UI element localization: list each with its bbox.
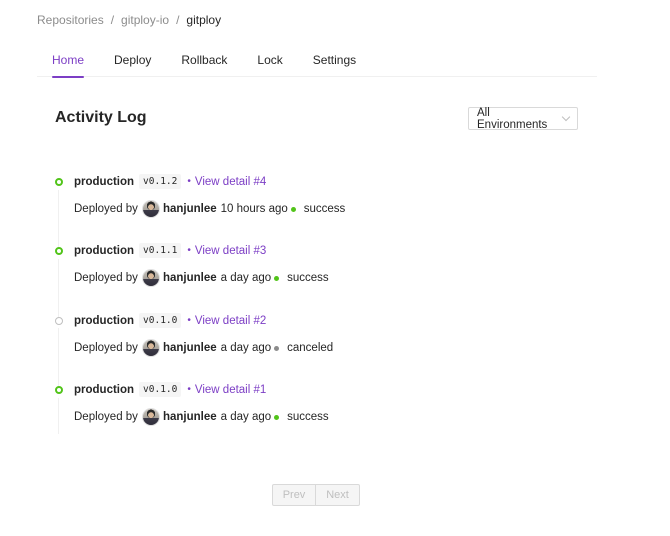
status-dot-icon	[274, 414, 280, 420]
environment-filter-select[interactable]: All Environments	[468, 106, 578, 131]
timeline-connector	[58, 328, 59, 390]
version-tag: v0.1.2	[139, 174, 182, 189]
status-success-dot-icon	[55, 247, 63, 255]
status-dot-icon	[274, 345, 280, 351]
deploy-time: a day ago	[220, 411, 272, 423]
bullet-separator: •	[187, 315, 191, 326]
deploy-status: canceled	[287, 342, 334, 354]
environment-name: production	[74, 383, 135, 396]
page-title: Activity Log	[55, 109, 147, 126]
view-detail-link[interactable]: View detail #2	[195, 315, 266, 327]
breadcrumb-current-repo: gitploy	[186, 13, 222, 27]
breadcrumb-separator: /	[110, 13, 115, 27]
deploy-status: success	[287, 411, 329, 423]
tab-deploy[interactable]: Deploy	[99, 52, 166, 77]
environment-name: production	[74, 175, 135, 188]
tab-home[interactable]: Home	[37, 52, 99, 78]
timeline-connector	[58, 259, 59, 320]
deployer-username: hanjunlee	[162, 272, 217, 284]
deploy-status: success	[303, 203, 346, 215]
breadcrumb-separator: /	[176, 13, 180, 27]
bullet-separator: •	[187, 245, 191, 256]
version-tag: v0.1.0	[139, 313, 182, 328]
environment-name: production	[74, 244, 135, 257]
timeline-connector	[58, 190, 59, 250]
deployer-username: hanjunlee	[162, 411, 217, 423]
status-dot-icon	[274, 275, 280, 281]
timeline-connector	[58, 398, 59, 434]
avatar	[141, 408, 160, 426]
repo-tabs: Home Deploy Rollback Lock Settings	[37, 52, 597, 78]
deploy-time: 10 hours ago	[220, 203, 288, 215]
deployer-username: hanjunlee	[162, 342, 217, 354]
deployed-by-label: Deployed by	[74, 411, 138, 423]
prev-page-button[interactable]: Prev	[272, 484, 316, 506]
environment-name: production	[74, 314, 135, 327]
view-detail-link[interactable]: View detail #3	[195, 245, 266, 257]
status-dot-icon	[290, 206, 296, 212]
pagination: Prev Next	[272, 484, 360, 506]
next-page-button[interactable]: Next	[316, 484, 360, 506]
avatar	[141, 200, 160, 218]
chevron-down-icon	[561, 112, 571, 122]
tab-settings[interactable]: Settings	[298, 52, 371, 77]
status-canceled-dot-icon	[55, 317, 63, 325]
version-tag: v0.1.1	[139, 243, 182, 258]
deployed-by-label: Deployed by	[74, 272, 138, 284]
deployed-by-label: Deployed by	[74, 342, 138, 354]
breadcrumb-namespace[interactable]: gitploy-io	[121, 13, 169, 27]
tab-rollback[interactable]: Rollback	[166, 52, 242, 77]
environment-filter-value: All Environments	[477, 106, 548, 131]
view-detail-link[interactable]: View detail #1	[195, 384, 266, 396]
bullet-separator: •	[187, 176, 191, 187]
deployed-by-label: Deployed by	[74, 203, 138, 215]
version-tag: v0.1.0	[139, 382, 182, 397]
bullet-separator: •	[187, 384, 191, 395]
status-success-dot-icon	[55, 178, 63, 186]
breadcrumb: Repositories / gitploy-io / gitploy	[37, 13, 221, 27]
breadcrumb-repositories[interactable]: Repositories	[37, 13, 104, 27]
deploy-time: a day ago	[220, 272, 272, 284]
deploy-status: success	[287, 272, 329, 284]
activity-timeline: production v0.1.2 • View detail #4 Deplo…	[0, 0, 670, 536]
avatar	[141, 339, 160, 357]
tab-lock[interactable]: Lock	[242, 52, 297, 77]
view-detail-link[interactable]: View detail #4	[195, 176, 266, 188]
deploy-time: a day ago	[220, 342, 272, 354]
status-success-dot-icon	[55, 386, 63, 394]
deployer-username: hanjunlee	[162, 203, 217, 215]
avatar	[141, 269, 160, 287]
